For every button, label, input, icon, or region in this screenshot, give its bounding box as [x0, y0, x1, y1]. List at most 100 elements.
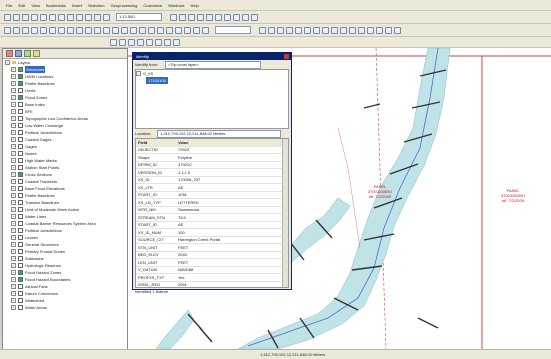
results-root[interactable]: − S_XS: [136, 70, 288, 77]
layer-item[interactable]: + Structures: [5, 66, 127, 73]
expand-icon[interactable]: +: [11, 249, 16, 254]
list-by-selection-icon[interactable]: [33, 50, 40, 57]
layer-item[interactable]: + Alluvial Fans: [5, 283, 127, 290]
attribute-row[interactable]: XS_LN_TYP LETTERED: [136, 199, 288, 207]
attribute-row[interactable]: LEN_UNIT FEET: [136, 259, 288, 267]
layer-visibility-checkbox[interactable]: [18, 235, 23, 240]
layer-visibility-checkbox[interactable]: [18, 186, 23, 191]
layer-item[interactable]: + Station Start Points: [5, 164, 127, 171]
layer-visibility-checkbox[interactable]: [18, 193, 23, 198]
editor-combo[interactable]: [215, 26, 251, 34]
attribute-row[interactable]: DFIRM_ID 37021C: [136, 162, 288, 169]
menu-bookmarks[interactable]: Bookmarks: [46, 3, 66, 8]
results-feature[interactable]: 17100100: [136, 77, 288, 84]
attribute-row[interactable]: START_ID 1051: [136, 192, 288, 199]
layer-item[interactable]: + Low Water Crossings: [5, 122, 127, 129]
menu-selection[interactable]: Selection: [88, 3, 104, 8]
layer-visibility-checkbox[interactable]: [18, 242, 23, 247]
expand-icon[interactable]: +: [11, 291, 16, 296]
collapse-icon[interactable]: −: [5, 60, 10, 65]
layer-item[interactable]: + Flood Hazard Boundaries: [5, 276, 127, 283]
layer-item[interactable]: + Political Jurisdictions: [5, 129, 127, 136]
layer-item[interactable]: + Coastal Barrier Resources System Area: [5, 220, 127, 227]
attribute-row[interactable]: V_DATUM NAVD88: [136, 267, 288, 274]
layer-visibility-checkbox[interactable]: [18, 151, 23, 156]
location-field[interactable]: 1,312,793.102 12,211,848.02 Meters: [157, 129, 281, 138]
layer-item[interactable]: + Flood Hazard Zones: [5, 269, 127, 276]
layer-visibility-checkbox[interactable]: [18, 165, 23, 170]
expand-icon[interactable]: +: [11, 235, 16, 240]
layer-visibility-checkbox[interactable]: [18, 74, 23, 79]
editor-tools[interactable]: [259, 26, 403, 34]
expand-icon[interactable]: +: [11, 102, 16, 107]
expand-icon[interactable]: +: [11, 200, 16, 205]
layer-visibility-checkbox[interactable]: [18, 284, 23, 289]
layer-visibility-checkbox[interactable]: [18, 214, 23, 219]
layer-item[interactable]: + Levees: [5, 234, 127, 241]
layer-item[interactable]: + Coastal Gages: [5, 136, 127, 143]
expand-icon[interactable]: +: [11, 242, 16, 247]
layer-item[interactable]: + General Structures: [5, 241, 127, 248]
layer-item[interactable]: + Transect Baselines: [5, 199, 127, 206]
menu-customize[interactable]: Customize: [143, 3, 162, 8]
menu-help[interactable]: Help: [191, 3, 199, 8]
collapse-icon[interactable]: −: [136, 71, 141, 76]
expand-icon[interactable]: +: [11, 158, 16, 163]
layer-item[interactable]: + Flood Zones: [5, 94, 127, 101]
expand-icon[interactable]: +: [11, 67, 16, 72]
layer-item[interactable]: + High Water Marks: [5, 157, 127, 164]
attribute-row[interactable]: STN_UNIT FEET: [136, 244, 288, 252]
layer-visibility-checkbox[interactable]: [18, 123, 23, 128]
layer-visibility-checkbox[interactable]: [18, 95, 23, 100]
expand-icon[interactable]: +: [11, 109, 16, 114]
expand-icon[interactable]: +: [11, 95, 16, 100]
expand-icon[interactable]: +: [11, 151, 16, 156]
field-column-header[interactable]: Field: [136, 140, 176, 145]
layer-item[interactable]: + Political Jurisdictions: [5, 227, 127, 234]
layer-visibility-checkbox[interactable]: [18, 207, 23, 212]
layers-root[interactable]: − Layers: [5, 59, 127, 66]
list-by-drawing-order-icon[interactable]: [6, 50, 13, 57]
navigation-tools[interactable]: [4, 26, 211, 34]
expand-icon[interactable]: +: [11, 263, 16, 268]
layer-item[interactable]: + Base Index: [5, 101, 127, 108]
expand-icon[interactable]: +: [11, 179, 16, 184]
expand-icon[interactable]: +: [11, 144, 16, 149]
expand-icon[interactable]: +: [11, 207, 16, 212]
layer-visibility-checkbox[interactable]: [18, 130, 23, 135]
attribute-row[interactable]: OBJECTID 79923: [136, 147, 288, 154]
attribute-row[interactable]: START_ID AE: [136, 222, 288, 229]
expand-icon[interactable]: +: [11, 221, 16, 226]
attributes-scrollbar[interactable]: [282, 139, 288, 287]
attribute-row[interactable]: WTR_NM Swannanoa: [136, 207, 288, 214]
layer-item[interactable]: + Datum Conversion: [5, 290, 127, 297]
identify-from-select[interactable]: <Top-most layer>: [165, 60, 261, 69]
expand-icon[interactable]: +: [11, 137, 16, 142]
layer-visibility-checkbox[interactable]: [18, 144, 23, 149]
layer-item[interactable]: + Watershed: [5, 297, 127, 304]
layer-visibility-checkbox[interactable]: [18, 228, 23, 233]
expand-icon[interactable]: +: [11, 270, 16, 275]
layer-item[interactable]: + Subbasins: [5, 255, 127, 262]
layer-item[interactable]: + Water Areas: [5, 304, 127, 311]
layout-tools[interactable]: [110, 38, 182, 46]
identify-titlebar[interactable]: Identify: [133, 53, 291, 60]
layer-visibility-checkbox[interactable]: [18, 81, 23, 86]
layer-item[interactable]: + Coastal Transects: [5, 178, 127, 185]
layer-visibility-checkbox[interactable]: [18, 221, 23, 226]
layer-visibility-checkbox[interactable]: [18, 277, 23, 282]
standard-tools[interactable]: [4, 13, 112, 21]
attribute-row[interactable]: SOURCE_CIT Harrington Creek Portal: [136, 237, 288, 244]
expand-icon[interactable]: +: [11, 88, 16, 93]
map-scale-combo[interactable]: 1:12,500: [116, 13, 162, 21]
expand-icon[interactable]: +: [11, 130, 16, 135]
layer-visibility-checkbox[interactable]: [18, 200, 23, 205]
expand-icon[interactable]: +: [11, 81, 16, 86]
menu-windows[interactable]: Windows: [168, 3, 184, 8]
layer-item[interactable]: + Base Flood Elevations: [5, 185, 127, 192]
expand-icon[interactable]: +: [11, 116, 16, 121]
menu-geoprocessing[interactable]: Geoprocessing: [110, 3, 137, 8]
menu-view[interactable]: View: [31, 3, 40, 8]
layer-visibility-checkbox[interactable]: [18, 109, 23, 114]
expand-icon[interactable]: +: [11, 277, 16, 282]
